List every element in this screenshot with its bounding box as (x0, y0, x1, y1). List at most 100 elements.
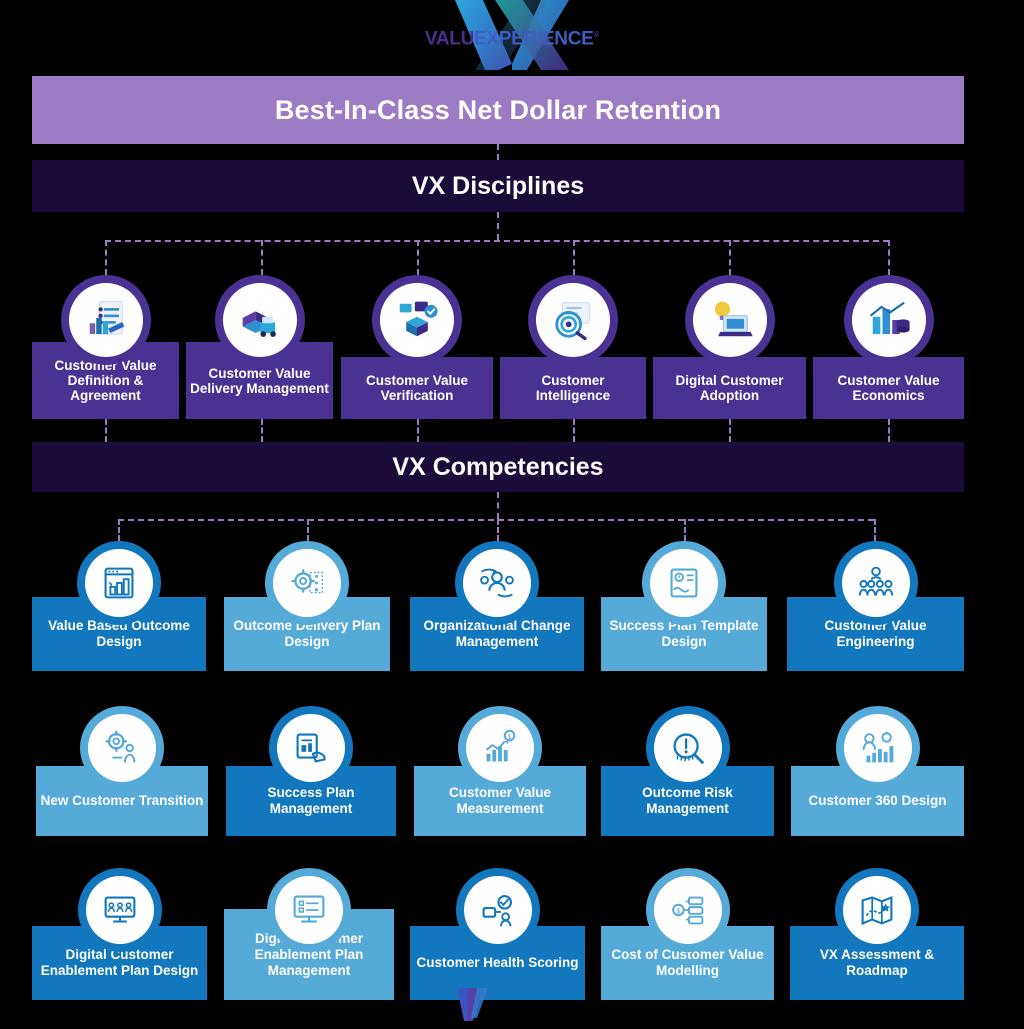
discipline-card-customer-value-verification[interactable]: Customer Value Verification (341, 275, 493, 419)
banner-net-dollar-retention: Best-In-Class Net Dollar Retention (32, 76, 964, 144)
competency-icon-circle (267, 868, 351, 952)
competency-icon-circle (269, 706, 353, 790)
connector-competency-drop-2 (307, 519, 309, 541)
infographic-canvas: VALUEXPERIENCE® Best-In-Class Net Dollar… (0, 0, 1024, 1024)
discipline-icon-circle (214, 275, 305, 365)
banner-vx-competencies: VX Competencies (32, 442, 964, 492)
verified-package-icon (380, 283, 454, 357)
discipline-card-customer-value-economics[interactable]: Customer Value Economics (813, 275, 964, 419)
competency-card-vx-assessment-roadmap[interactable]: VX Assessment & Roadmap (790, 868, 964, 1000)
wordmark-part-one: VALU (424, 28, 475, 50)
health-score-person-icon (463, 876, 532, 944)
discipline-card-customer-value-definition-agreement[interactable]: Customer Value Definition & Agreement (32, 275, 179, 419)
discipline-label: Customer Value Economics (813, 357, 964, 419)
connector-competency-drop-1 (118, 519, 120, 541)
monitor-people-icon (85, 876, 154, 944)
connector-disciplines-stem (497, 212, 499, 240)
discipline-icon-circle (528, 275, 618, 365)
competency-icon-circle (80, 706, 164, 790)
wordmark-part-two: EXPERIENCE (474, 28, 594, 50)
competency-card-customer-value-engineering[interactable]: Customer Value Engineering (787, 541, 964, 671)
competency-icon-circle (833, 541, 918, 625)
connector-discipline-drop-4 (573, 240, 575, 275)
competency-card-outcome-risk-management[interactable]: Outcome Risk Management (601, 706, 774, 836)
brand-logo: VALUEXPERIENCE® (0, 0, 1024, 70)
connector-up-2 (261, 419, 263, 442)
connector-up-3 (417, 419, 419, 442)
competency-icon-circle (645, 706, 730, 790)
banner-vx-disciplines: VX Disciplines (32, 160, 964, 212)
svg-text:$: $ (676, 906, 681, 915)
monitor-checklist-icon (275, 876, 343, 944)
connector-competencies-bus (118, 519, 874, 521)
document-plan-icon (650, 549, 718, 617)
competency-card-digital-customer-enablement-plan-design[interactable]: Digital Customer Enablement Plan Design (32, 868, 207, 1000)
connector-retention-to-disciplines (497, 144, 499, 160)
dashboard-chart-icon (85, 549, 153, 617)
discipline-label: Digital Customer Adoption (653, 357, 806, 419)
competency-icon-circle (835, 868, 919, 952)
brand-wordmark: VALUEXPERIENCE® (404, 24, 620, 50)
target-magnifier-icon (536, 283, 610, 357)
competency-card-customer-value-measurement[interactable]: $ Customer Value Measurement (414, 706, 586, 836)
connector-up-6 (888, 419, 890, 442)
bar-chart-coins-icon (851, 283, 926, 357)
competency-card-outcome-delivery-plan-design[interactable]: Outcome Delivery Plan Design (224, 541, 390, 671)
discipline-label: Customer Intelligence (500, 357, 646, 419)
gear-person-transition-icon (88, 714, 156, 782)
discipline-icon-circle (684, 275, 775, 365)
competency-card-organizational-change-management[interactable]: Organizational Change Management (410, 541, 584, 671)
competency-icon-circle (265, 541, 349, 625)
competency-icon-circle: $ (458, 706, 542, 790)
competency-icon-circle (642, 541, 726, 625)
connector-up-5 (729, 419, 731, 442)
map-roadmap-icon (843, 876, 911, 944)
competency-card-value-based-outcome-design[interactable]: Value Based Outcome Design (32, 541, 206, 671)
growth-chart-icon: $ (466, 714, 534, 782)
cost-stack-icon: $ (653, 876, 722, 944)
delivery-boxes-icon (222, 283, 297, 357)
competency-icon-circle (835, 706, 920, 790)
laptop-idea-icon (692, 283, 767, 357)
connector-disciplines-bus (105, 240, 889, 242)
person-chart-360-icon (843, 714, 912, 782)
gear-network-icon (273, 549, 341, 617)
connector-competencies-stem (497, 492, 499, 519)
competency-icon-circle (455, 541, 539, 625)
discipline-icon-circle (843, 275, 934, 365)
connector-discipline-drop-3 (417, 240, 419, 275)
registered-mark: ® (593, 30, 600, 39)
discipline-label: Customer Value Verification (341, 357, 493, 419)
discipline-icon-circle (60, 275, 151, 365)
competency-icon-circle (77, 868, 162, 952)
team-group-icon (841, 549, 910, 617)
connector-competency-drop-4 (684, 519, 686, 541)
connector-discipline-drop-6 (888, 240, 890, 275)
discipline-card-customer-value-delivery-management[interactable]: Customer Value Delivery Management (186, 275, 333, 419)
connector-discipline-drop-5 (729, 240, 731, 275)
discipline-card-customer-intelligence[interactable]: Customer Intelligence (500, 275, 646, 419)
competency-card-success-plan-management[interactable]: Success Plan Management (226, 706, 396, 836)
competency-card-customer-360-design[interactable]: Customer 360 Design (791, 706, 964, 836)
competency-icon-circle (77, 541, 161, 625)
hand-document-icon (277, 714, 345, 782)
discipline-icon-circle (372, 275, 462, 365)
checklist-bar-chart-icon (68, 283, 143, 357)
risk-magnifier-icon (653, 714, 722, 782)
connector-discipline-drop-2 (261, 240, 263, 275)
connector-up-4 (573, 419, 575, 442)
connector-up-1 (105, 419, 107, 442)
footer-vx-mark (455, 988, 495, 1024)
competency-card-new-customer-transition[interactable]: New Customer Transition (36, 706, 208, 836)
competency-card-cost-of-customer-value-modelling[interactable]: $ Cost of Customer Value Modelling (601, 868, 774, 1000)
connector-competency-drop-3 (497, 519, 499, 541)
competency-icon-circle: $ (645, 868, 730, 952)
people-change-icon (463, 549, 531, 617)
competency-card-success-plan-template-design[interactable]: Success Plan Template Design (601, 541, 767, 671)
competency-card-customer-health-scoring[interactable]: Customer Health Scoring (410, 868, 585, 1000)
competency-icon-circle (455, 868, 540, 952)
svg-text:$: $ (508, 734, 512, 741)
competency-card-digital-customer-enablement-plan-management[interactable]: Digital Customer Enablement Plan Managem… (224, 868, 394, 1000)
discipline-card-digital-customer-adoption[interactable]: Digital Customer Adoption (653, 275, 806, 419)
connector-discipline-drop-1 (105, 240, 107, 275)
